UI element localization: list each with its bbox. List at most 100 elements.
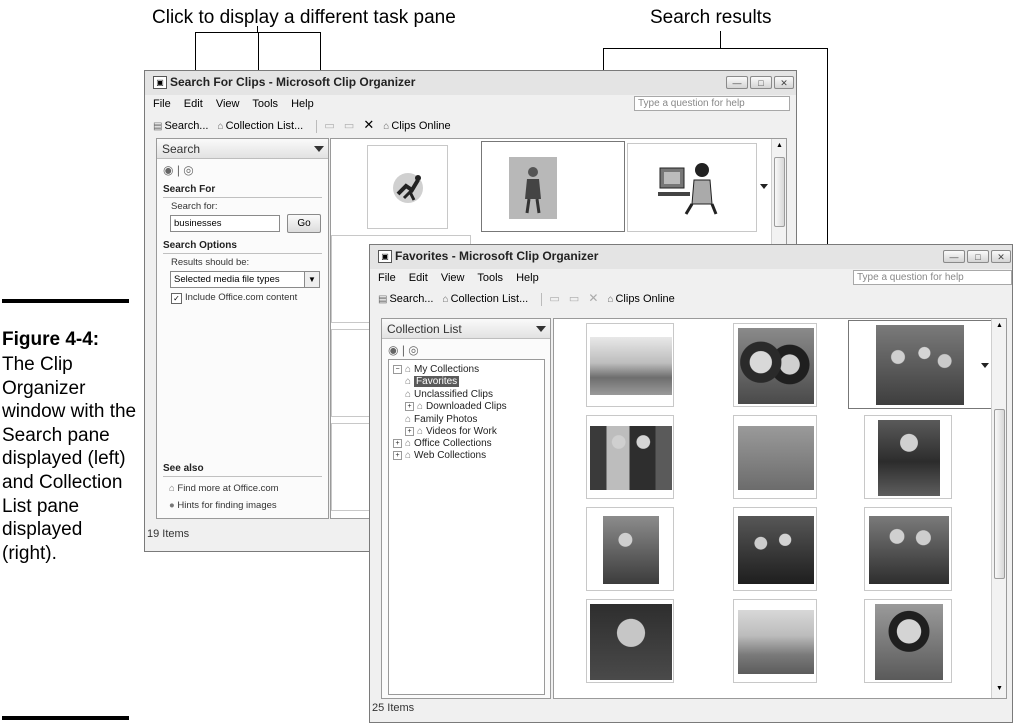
folder-icon: ⌂ <box>405 414 412 425</box>
photo-tile[interactable] <box>733 323 817 407</box>
callout-task-pane: Click to display a different task pane <box>152 7 456 28</box>
clips-online-icon: ⌂ <box>383 121 390 132</box>
pane-nav: ◉ | ◎ <box>388 343 419 357</box>
scroll-thumb[interactable] <box>774 157 785 227</box>
callout-line <box>603 48 827 49</box>
expand-icon[interactable]: + <box>393 450 402 460</box>
minimize-button[interactable]: — <box>726 76 748 89</box>
menu-edit[interactable]: Edit <box>409 272 428 284</box>
paste-icon[interactable]: ▭ <box>344 119 354 132</box>
delete-icon[interactable]: ✕ <box>588 291 598 305</box>
photo-tile[interactable] <box>586 599 674 683</box>
tree-item-web-collections[interactable]: + ⌂ Web Collections <box>393 450 486 461</box>
photo-tile[interactable] <box>733 599 817 683</box>
close-button[interactable]: ✕ <box>991 250 1011 263</box>
maximize-button[interactable]: □ <box>750 76 772 89</box>
photo-tile[interactable] <box>586 507 674 591</box>
scroll-thumb[interactable] <box>994 409 1005 579</box>
search-tool-button[interactable]: ▤ Search... <box>378 293 433 305</box>
pane-nav: ◉ | ◎ <box>163 163 194 177</box>
vertical-scrollbar[interactable]: ▲ ▼ <box>991 319 1006 698</box>
include-office-checkbox[interactable]: ✓ <box>171 293 182 304</box>
clip-tile[interactable] <box>367 145 448 229</box>
clips-online-icon: ⌂ <box>607 294 614 305</box>
menu-file[interactable]: File <box>378 272 396 284</box>
clips-online-button[interactable]: ⌂ Clips Online <box>607 293 674 305</box>
help-question-box[interactable]: Type a question for help <box>853 270 1012 285</box>
clips-online-button[interactable]: ⌂ Clips Online <box>383 120 450 132</box>
clip-tile-selected[interactable] <box>481 141 625 232</box>
folder-icon: ⌂ <box>217 121 224 132</box>
menu-tools[interactable]: Tools <box>252 98 278 110</box>
tree-item-unclassified[interactable]: ⌂ Unclassified Clips <box>405 389 493 400</box>
dropdown-arrow-icon[interactable]: ▼ <box>304 272 319 287</box>
menu-help[interactable]: Help <box>516 272 539 284</box>
help-question-box[interactable]: Type a question for help <box>634 96 790 111</box>
folder-icon: ⌂ <box>405 450 412 461</box>
paste-icon[interactable]: ▭ <box>569 292 579 305</box>
maximize-button[interactable]: □ <box>967 250 989 263</box>
collapse-icon[interactable]: − <box>393 364 402 374</box>
menu-view[interactable]: View <box>216 98 240 110</box>
expand-icon[interactable]: + <box>405 401 414 411</box>
forward-icon[interactable]: ◎ <box>408 343 418 357</box>
photo-man-portrait <box>590 604 672 680</box>
media-type-select[interactable]: Selected media file types ▼ <box>170 271 320 288</box>
menu-view[interactable]: View <box>441 272 465 284</box>
find-more-link[interactable]: ⌂ Find more at Office.com <box>169 483 279 494</box>
expand-icon[interactable]: + <box>405 426 414 436</box>
tree-item-office-collections[interactable]: + ⌂ Office Collections <box>393 438 492 449</box>
help-placeholder: Type a question for help <box>857 272 964 283</box>
pane-header[interactable]: Collection List <box>382 319 550 339</box>
delete-icon[interactable]: ✕ <box>363 117 374 133</box>
forward-icon[interactable]: ◎ <box>183 163 193 177</box>
tree-item-favorites[interactable]: ⌂ Favorites <box>405 376 460 387</box>
tree-item-downloaded[interactable]: + ⌂ Downloaded Clips <box>393 401 507 412</box>
pane-menu-arrow-icon[interactable] <box>536 326 546 332</box>
hints-link[interactable]: ● Hints for finding images <box>169 500 277 511</box>
back-icon[interactable]: ◉ <box>163 163 173 177</box>
search-icon: ▤ <box>153 121 163 132</box>
photo-tile-selected[interactable] <box>848 320 992 409</box>
scroll-up-icon[interactable]: ▲ <box>996 322 1003 329</box>
tree-item-my-collections[interactable]: − ⌂ My Collections <box>393 364 479 375</box>
search-tool-button[interactable]: ▤ Search... <box>153 120 208 132</box>
search-input[interactable]: businesses <box>170 215 280 232</box>
menu-tools[interactable]: Tools <box>477 272 503 284</box>
menu-edit[interactable]: Edit <box>184 98 203 110</box>
tree-item-family-photos[interactable]: ⌂ Family Photos <box>405 414 477 425</box>
copy-icon[interactable]: ▭ <box>324 119 334 132</box>
expand-icon[interactable]: + <box>393 438 402 448</box>
photo-tile[interactable] <box>586 415 674 499</box>
scroll-down-icon[interactable]: ▼ <box>996 685 1003 692</box>
pane-menu-arrow-icon[interactable] <box>314 146 324 152</box>
go-button[interactable]: Go <box>287 214 321 233</box>
businesswoman-clipart <box>525 167 541 214</box>
photo-tile[interactable] <box>586 323 674 407</box>
scroll-up-icon[interactable]: ▲ <box>776 142 783 149</box>
collection-list-button[interactable]: ⌂ Collection List... <box>443 293 529 305</box>
photo-tile[interactable] <box>864 599 952 683</box>
photo-two-women <box>738 328 814 404</box>
copy-icon[interactable]: ▭ <box>549 292 559 305</box>
collection-list-button[interactable]: ⌂ Collection List... <box>218 120 304 132</box>
section-rule <box>163 476 322 477</box>
collection-list-pane: Collection List ◉ | ◎ − ⌂ My Collections ⌂… <box>381 318 551 699</box>
back-icon[interactable]: ◉ <box>388 343 398 357</box>
photo-tile[interactable] <box>864 507 952 591</box>
tree-item-videos[interactable]: + ⌂ Videos for Work <box>393 426 497 437</box>
menu-file[interactable]: File <box>153 98 171 110</box>
clip-menu-arrow-icon[interactable] <box>981 363 989 368</box>
minimize-button[interactable]: — <box>943 250 965 263</box>
clip-tile[interactable] <box>627 143 768 232</box>
close-button[interactable]: ✕ <box>774 76 794 89</box>
clip-menu-arrow-icon[interactable] <box>760 184 768 189</box>
photo-dancer-field <box>738 610 814 674</box>
photo-tile[interactable] <box>864 415 952 499</box>
photo-tile[interactable] <box>733 507 817 591</box>
menu-help[interactable]: Help <box>291 98 314 110</box>
photo-tile[interactable] <box>733 415 817 499</box>
favorites-window: ▣ Favorites - Microsoft Clip Organizer —… <box>369 244 1013 723</box>
photo-two-men <box>590 426 672 490</box>
pane-header[interactable]: Search <box>157 139 328 159</box>
